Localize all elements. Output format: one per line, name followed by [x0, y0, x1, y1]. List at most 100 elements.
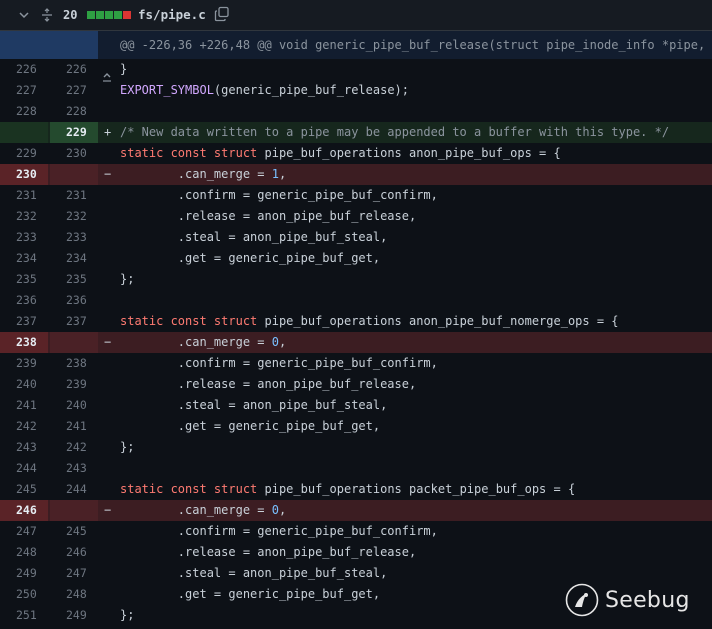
code-line: static const struct pipe_buf_operations … [120, 479, 575, 500]
old-line-number[interactable]: 241 [0, 395, 48, 416]
old-line-number[interactable]: 230 [0, 164, 48, 185]
new-line-number[interactable]: 248 [50, 584, 98, 605]
diff-row-context: 229 230 static const struct pipe_buf_opera… [0, 143, 712, 164]
new-line-number[interactable]: 230 [50, 143, 98, 164]
new-line-number[interactable]: 246 [50, 542, 98, 563]
code-token: .can_merge = [120, 335, 272, 349]
old-line-number[interactable]: 227 [0, 80, 48, 101]
old-line-number[interactable]: 238 [0, 332, 48, 353]
new-line-number[interactable] [50, 500, 98, 521]
copy-icon[interactable] [214, 6, 230, 22]
code-token: .get = generic_pipe_buf_get, [120, 251, 381, 265]
file-path[interactable]: fs/pipe.c [138, 7, 206, 22]
new-line-number[interactable]: 238 [50, 353, 98, 374]
new-line-number[interactable]: 228 [50, 101, 98, 122]
code-token: , [278, 503, 287, 517]
old-line-number[interactable]: 251 [0, 605, 48, 626]
new-line-number[interactable]: 235 [50, 269, 98, 290]
code-line: .release = anon_pipe_buf_release, [120, 374, 416, 395]
old-line-number[interactable]: 248 [0, 542, 48, 563]
diff-row-context: 241 240 .steal = anon_pipe_buf_steal, [0, 395, 712, 416]
old-line-number[interactable]: 247 [0, 521, 48, 542]
new-line-number[interactable] [50, 164, 98, 185]
new-line-number[interactable]: 236 [50, 290, 98, 311]
code-line: .release = anon_pipe_buf_release, [120, 542, 416, 563]
code-line: EXPORT_SYMBOL(generic_pipe_buf_release); [120, 80, 409, 101]
code-token: .confirm = generic_pipe_buf_confirm, [120, 356, 438, 370]
diff-row-context: 231 231 .confirm = generic_pipe_buf_confi… [0, 185, 712, 206]
new-line-number[interactable]: 242 [50, 437, 98, 458]
old-line-number[interactable]: 245 [0, 479, 48, 500]
new-line-number[interactable]: 249 [50, 605, 98, 626]
code-line: .can_merge = 1, [120, 164, 286, 185]
diff-row-context: 226 226} [0, 59, 712, 80]
old-line-number[interactable]: 237 [0, 311, 48, 332]
hunk-header-row: @@ -226,36 +226,48 @@ void generic_pipe_… [0, 31, 712, 82]
new-line-number[interactable]: 247 [50, 563, 98, 584]
new-line-number[interactable]: 243 [50, 458, 98, 479]
old-line-number[interactable]: 234 [0, 248, 48, 269]
diffstat-bar [87, 11, 131, 19]
code-line: /* New data written to a pipe may be app… [120, 122, 669, 143]
old-line-number[interactable]: 250 [0, 584, 48, 605]
old-line-number[interactable]: 226 [0, 59, 48, 80]
code-line: static const struct pipe_buf_operations … [120, 311, 619, 332]
old-line-number[interactable]: 231 [0, 185, 48, 206]
new-line-number[interactable]: 233 [50, 227, 98, 248]
old-line-number[interactable]: 235 [0, 269, 48, 290]
code-token: /* New data written to a pipe may be app… [120, 125, 670, 139]
diffstat-deleted-square [123, 11, 131, 19]
code-line: .can_merge = 0, [120, 500, 286, 521]
old-line-number[interactable]: 239 [0, 353, 48, 374]
new-line-number[interactable]: 234 [50, 248, 98, 269]
old-line-number[interactable]: 229 [0, 143, 48, 164]
code-line: static const struct pipe_buf_operations … [120, 143, 561, 164]
old-line-number[interactable]: 242 [0, 416, 48, 437]
new-line-number[interactable]: 240 [50, 395, 98, 416]
new-line-number[interactable]: 226 [50, 59, 98, 80]
seebug-watermark: Seebug [565, 583, 690, 617]
new-line-number[interactable]: 241 [50, 416, 98, 437]
diff-row-context: 237 237 static const struct pipe_buf_opera… [0, 311, 712, 332]
expand-all-icon[interactable] [40, 8, 54, 22]
new-line-number[interactable]: 239 [50, 374, 98, 395]
hunk-expand-gutter[interactable] [0, 31, 111, 82]
code-token: .confirm = generic_pipe_buf_confirm, [120, 524, 438, 538]
code-token: 0 [271, 503, 279, 517]
code-line: .can_merge = 0, [120, 332, 286, 353]
new-line-number[interactable]: 245 [50, 521, 98, 542]
expand-up-icon[interactable] [42, 38, 111, 82]
old-line-number[interactable]: 240 [0, 374, 48, 395]
code-token: 0 [271, 335, 279, 349]
diff-row-context: 228 228 [0, 101, 712, 122]
file-header: 20 fs/pipe.c [0, 0, 712, 31]
new-line-number[interactable]: 227 [50, 80, 98, 101]
new-line-number[interactable]: 237 [50, 311, 98, 332]
new-line-number[interactable]: 244 [50, 479, 98, 500]
new-line-number[interactable]: 232 [50, 206, 98, 227]
old-line-number[interactable]: 233 [0, 227, 48, 248]
old-line-number[interactable]: 236 [0, 290, 48, 311]
code-token: } [120, 62, 128, 76]
diff-row-context: 242 241 .get = generic_pipe_buf_get, [0, 416, 712, 437]
diff-row-added: 229 + /* New data written to a pipe may be… [0, 122, 712, 143]
old-line-number[interactable]: 249 [0, 563, 48, 584]
code-line: .steal = anon_pipe_buf_steal, [120, 395, 388, 416]
old-line-number[interactable]: 244 [0, 458, 48, 479]
old-line-number[interactable]: 243 [0, 437, 48, 458]
new-line-number[interactable]: 229 [50, 122, 98, 143]
diffstat-added-square [87, 11, 95, 19]
code-line: .confirm = generic_pipe_buf_confirm, [120, 521, 438, 542]
new-line-number[interactable] [50, 332, 98, 353]
old-line-number[interactable]: 246 [0, 500, 48, 521]
old-line-number[interactable]: 232 [0, 206, 48, 227]
code-line: .release = anon_pipe_buf_release, [120, 206, 416, 227]
old-line-number[interactable] [0, 122, 48, 143]
diff-row-context: 232 232 .release = anon_pipe_buf_release, [0, 206, 712, 227]
code-token: pipe_buf_operations anon_pipe_buf_nomerg… [257, 314, 619, 328]
code-token: , [278, 335, 287, 349]
old-line-number[interactable]: 228 [0, 101, 48, 122]
new-line-number[interactable]: 231 [50, 185, 98, 206]
code-line: .get = generic_pipe_buf_get, [120, 416, 380, 437]
chevron-down-icon[interactable] [18, 9, 30, 21]
